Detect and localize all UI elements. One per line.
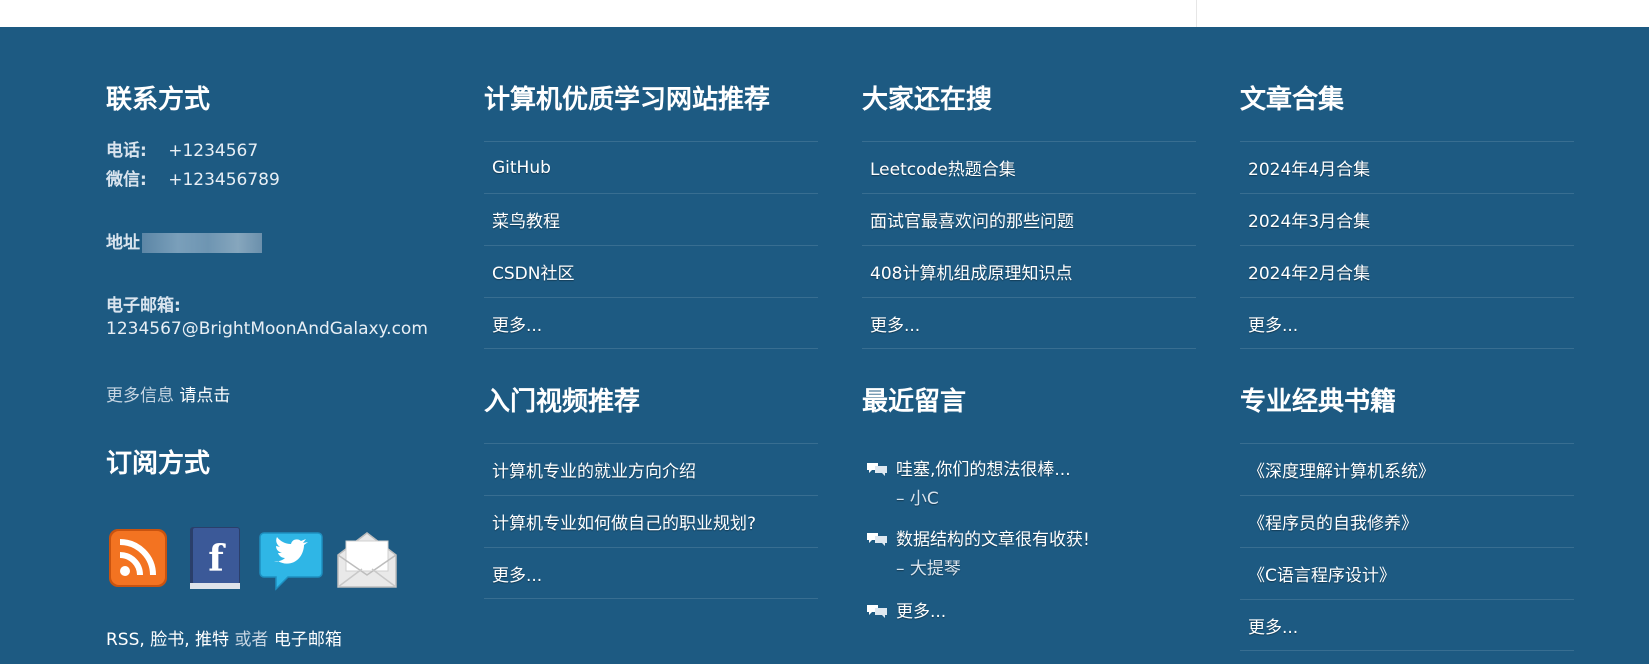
subscribe-links: RSS, 脸书, 推特 或者 电子邮箱 [106, 630, 342, 650]
address-redacted [142, 233, 262, 253]
comment-bubble-icon [867, 533, 887, 546]
top-bar-divider [1196, 0, 1197, 27]
comment-item[interactable]: 数据结构的文章很有收获! – 大提琴 [862, 525, 1196, 597]
learning-sites-title: 计算机优质学习网站推荐 [484, 85, 771, 115]
top-bar [0, 0, 1649, 27]
twitter-icon[interactable] [258, 525, 324, 593]
learning-site-more[interactable]: 更多... [484, 297, 818, 349]
more-info-line: 更多信息 请点击 [106, 381, 230, 406]
comment-item[interactable]: 哇塞,你们的想法很棒... – 小C [862, 455, 1196, 525]
search-item[interactable]: Leetcode热题合集 [862, 141, 1196, 193]
articles-title: 文章合集 [1240, 85, 1345, 115]
wechat-value: +123456789 [168, 170, 280, 190]
email-link[interactable]: 电子邮箱 [274, 630, 342, 650]
facebook-link[interactable]: 脸书 [150, 630, 184, 650]
search-item[interactable]: 面试官最喜欢问的那些问题 [862, 193, 1196, 245]
comment-text[interactable]: 哇塞,你们的想法很棒... [896, 460, 1071, 480]
rss-icon[interactable] [106, 525, 172, 593]
learning-site-item[interactable]: CSDN社区 [484, 245, 818, 297]
wechat-line: 微信: +123456789 [106, 165, 280, 190]
more-info-text: 更多信息 [106, 386, 174, 406]
phone-line: 电话: +1234567 [106, 136, 258, 161]
learning-sites-list: GitHub 菜鸟教程 CSDN社区 更多... [484, 141, 818, 349]
email-value-line: 1234567@BrightMoonAndGalaxy.com [106, 319, 428, 339]
searches-title: 大家还在搜 [862, 85, 993, 115]
comment-author: – 小C [896, 489, 939, 509]
intro-videos-list: 计算机专业的就业方向介绍 计算机专业如何做自己的职业规划? 更多... [484, 443, 818, 599]
comment-author: – 大提琴 [896, 559, 961, 579]
article-item[interactable]: 2024年3月合集 [1240, 193, 1574, 245]
email-label-line: 电子邮箱: [106, 291, 197, 316]
address-label: 地址 [106, 233, 140, 253]
recent-comments-title: 最近留言 [862, 387, 967, 417]
search-item[interactable]: 408计算机组成原理知识点 [862, 245, 1196, 297]
rss-link[interactable]: RSS [106, 630, 139, 650]
article-more[interactable]: 更多... [1240, 297, 1574, 349]
intro-video-item[interactable]: 计算机专业如何做自己的职业规划? [484, 495, 818, 547]
or-text: 或者 [234, 630, 269, 650]
books-list: 《深度理解计算机系统》 《程序员的自我修养》 《C语言程序设计》 更多... [1240, 443, 1574, 651]
email-value[interactable]: 1234567@BrightMoonAndGalaxy.com [106, 319, 428, 339]
phone-label: 电话: [106, 141, 147, 161]
search-more[interactable]: 更多... [862, 297, 1196, 349]
intro-video-more[interactable]: 更多... [484, 547, 818, 599]
intro-videos-title: 入门视频推荐 [484, 387, 641, 417]
phone-value: +1234567 [168, 141, 259, 161]
comment-more[interactable]: 更多... [862, 597, 1196, 622]
address-line: 地址 [106, 228, 262, 253]
book-item[interactable]: 《程序员的自我修养》 [1240, 495, 1574, 547]
subscribe-title: 订阅方式 [106, 449, 211, 479]
book-more[interactable]: 更多... [1240, 599, 1574, 651]
subscribe-icons: f [106, 525, 400, 593]
searches-list: Leetcode热题合集 面试官最喜欢问的那些问题 408计算机组成原理知识点 … [862, 141, 1196, 349]
learning-site-item[interactable]: 菜鸟教程 [484, 193, 818, 245]
more-info-link[interactable]: 请点击 [179, 386, 230, 406]
email-label: 电子邮箱: [106, 296, 181, 316]
twitter-link[interactable]: 推特 [195, 630, 229, 650]
site-footer: 联系方式 电话: +1234567 微信: +123456789 地址 电子邮箱… [0, 27, 1649, 664]
comment-more-text[interactable]: 更多... [896, 602, 946, 622]
book-item[interactable]: 《深度理解计算机系统》 [1240, 443, 1574, 495]
books-title: 专业经典书籍 [1240, 387, 1397, 417]
book-item[interactable]: 《C语言程序设计》 [1240, 547, 1574, 599]
comment-bubble-icon [867, 605, 887, 618]
article-item[interactable]: 2024年4月合集 [1240, 141, 1574, 193]
article-item[interactable]: 2024年2月合集 [1240, 245, 1574, 297]
learning-site-item[interactable]: GitHub [484, 141, 818, 193]
facebook-icon[interactable]: f [182, 525, 248, 593]
intro-video-item[interactable]: 计算机专业的就业方向介绍 [484, 443, 818, 495]
comment-bubble-icon [867, 463, 887, 476]
svg-text:f: f [208, 538, 226, 580]
wechat-label: 微信: [106, 170, 147, 190]
articles-list: 2024年4月合集 2024年3月合集 2024年2月合集 更多... [1240, 141, 1574, 349]
comment-text[interactable]: 数据结构的文章很有收获! [896, 530, 1090, 550]
recent-comments-list: 哇塞,你们的想法很棒... – 小C 数据结构的文章很有收获! – 大提琴 更多… [862, 455, 1196, 622]
email-icon[interactable] [334, 525, 400, 593]
contact-title: 联系方式 [106, 85, 211, 115]
